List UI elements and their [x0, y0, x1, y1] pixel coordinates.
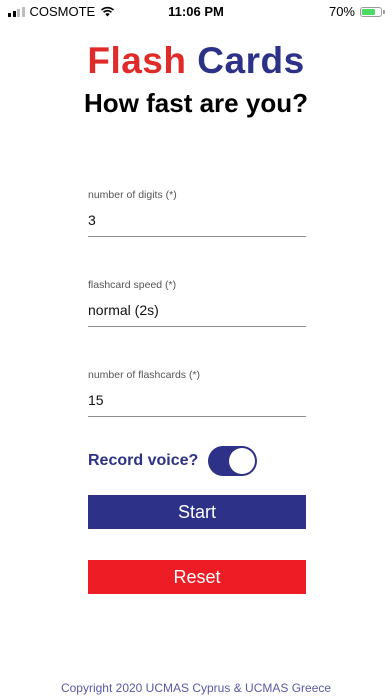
record-voice-toggle[interactable]	[208, 446, 257, 476]
battery-percent: 70%	[328, 4, 355, 19]
digits-label: number of digits (*)	[88, 189, 177, 201]
count-label: number of flashcards (*)	[88, 369, 201, 381]
status-bar: COSMOTE 11:06 PM 70%	[0, 0, 392, 22]
toggle-knob	[229, 448, 255, 474]
speed-field[interactable]: flashcard speed (*) normal (2s)	[88, 279, 306, 327]
count-field[interactable]: number of flashcards (*) 15	[88, 369, 306, 417]
page-title: Flash Cards	[0, 40, 392, 82]
digits-underline	[88, 236, 306, 237]
record-voice-row: Record voice?	[88, 446, 306, 476]
page-subtitle: How fast are you?	[84, 88, 308, 118]
count-underline	[88, 416, 306, 417]
title-cards: Cards	[197, 40, 305, 81]
start-button[interactable]: Start	[88, 495, 306, 529]
reset-button[interactable]: Reset	[88, 560, 306, 594]
speed-underline	[88, 326, 306, 327]
count-input[interactable]: 15	[88, 392, 306, 408]
battery-icon	[360, 6, 385, 17]
record-voice-label: Record voice?	[88, 452, 199, 469]
status-right: 70%	[328, 4, 385, 19]
speed-label: flashcard speed (*)	[88, 279, 177, 291]
digits-input[interactable]: 3	[88, 212, 306, 228]
footer-copyright: Copyright 2020 UCMAS Cyprus & UCMAS Gree…	[60, 681, 332, 695]
battery-level	[362, 8, 375, 15]
title-flash: Flash	[87, 40, 187, 81]
digits-field[interactable]: number of digits (*) 3	[88, 189, 306, 237]
speed-select[interactable]: normal (2s)	[88, 302, 306, 318]
